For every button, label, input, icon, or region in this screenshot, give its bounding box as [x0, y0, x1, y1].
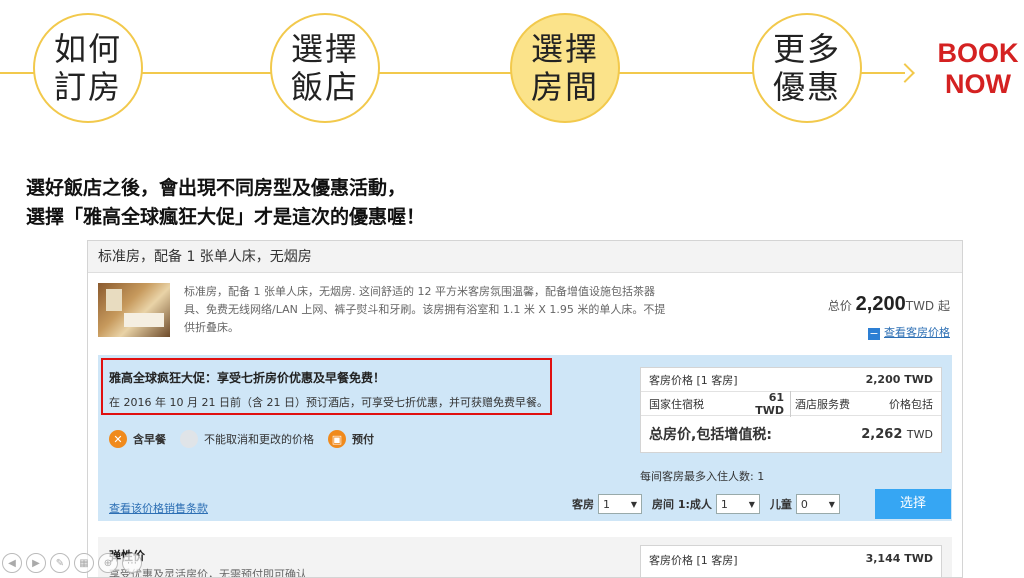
caption-line2: 選擇「雅高全球瘋狂大促」才是這次的優惠喔！	[26, 206, 426, 228]
tax-value: 61 TWD	[737, 390, 791, 417]
flexible-room-label: 客房价格 [1 客房]	[649, 554, 738, 567]
step-label: 選擇	[290, 30, 359, 68]
adults-select[interactable]: 1 ▼	[715, 494, 760, 514]
total-prefix: 总价	[827, 299, 852, 313]
rooms-select[interactable]: 1 ▼	[598, 494, 642, 514]
dropdown-arrow-icon: ▼	[630, 499, 637, 509]
more-options-icon[interactable]: ⋯	[122, 553, 142, 573]
view-room-prices-link[interactable]: − 查看客房价格	[828, 324, 950, 340]
select-button[interactable]: 选择	[875, 489, 951, 519]
service-fee-value: 价格包括	[889, 397, 933, 411]
price-line: 总价 2,200TWD 起	[828, 293, 950, 316]
children-select[interactable]: 0 ▼	[795, 494, 840, 514]
step-label: 飯店	[290, 68, 359, 106]
book-now-line2: NOW	[945, 69, 1011, 99]
book-now-link[interactable]: BOOK NOW	[932, 38, 1024, 100]
collapse-icon: −	[868, 327, 880, 340]
caption-line1: 選好飯店之後，會出現不同房型及優惠活動，	[26, 177, 407, 199]
zoom-icon[interactable]: ⊕	[98, 553, 118, 573]
dropdown-arrow-icon: ▼	[748, 499, 755, 509]
breakdown-tax-row: 国家住宿税 61 TWD 酒店服务费 价格包括	[641, 390, 941, 417]
room-description: 标准房，配备 1 张单人床，无烟房. 这间舒适的 12 平方米客房氛围温馨，配备…	[184, 283, 684, 337]
slides-icon[interactable]: ▦	[74, 553, 94, 573]
total-label: 总房价,包括增值税:	[649, 427, 772, 443]
adults-value: 1	[720, 497, 728, 511]
photo-window	[106, 289, 122, 311]
room-photo[interactable]	[98, 283, 170, 337]
rooms-value: 1	[603, 497, 610, 511]
breakdown-total-row: 总房价,包括增值税: 2,262 TWD	[641, 416, 941, 452]
breakdown-room-value: 2,200 TWD	[865, 373, 933, 386]
feature-no-cancel: • 不能取消和更改的价格	[180, 430, 314, 448]
arrow-right-icon	[895, 63, 915, 83]
step-label: 如何	[53, 30, 122, 68]
price-value: 2,200	[855, 293, 906, 315]
view-room-prices-label: 查看客房价格	[884, 326, 950, 339]
step-choose-room[interactable]: 選擇 房間	[510, 13, 620, 123]
breakdown-room-row: 客房价格 [1 客房] 2,200 TWD	[641, 368, 941, 392]
room-description-line: 供折叠床。	[184, 321, 239, 334]
deal-features: ✕ 含早餐 • 不能取消和更改的价格 ▣ 预付	[109, 428, 388, 450]
adults-label: 房间 1:成人	[652, 498, 712, 511]
total-price: 2,262 TWD	[861, 427, 933, 442]
feature-prepay: ▣ 预付	[328, 430, 374, 448]
feature-no-cancel-label: 不能取消和更改的价格	[204, 433, 314, 446]
step-choose-hotel[interactable]: 選擇 飯店	[270, 13, 380, 123]
room-panel: 标准房，配备 1 张单人床，无烟房 标准房，配备 1 张单人床，无烟房. 这间舒…	[87, 240, 963, 578]
presentation-toolbar: ◀ ▶ ✎ ▦ ⊕ ⋯	[2, 553, 146, 573]
total-unit: TWD	[906, 427, 933, 441]
room-price: 总价 2,200TWD 起 − 查看客房价格	[828, 293, 950, 340]
step-label: 更多	[772, 30, 841, 68]
instruction-caption: 選好飯店之後，會出現不同房型及優惠活動， 選擇「雅高全球瘋狂大促」才是這次的優惠…	[26, 174, 425, 232]
step-label: 選擇	[530, 30, 599, 68]
room-description-line: 具、免费无线网络/LAN 上网、裤子熨斗和牙刷。该房拥有浴室和 1.1 米 X …	[184, 303, 666, 316]
book-now-line1: BOOK	[937, 38, 1019, 68]
total-value: 2,262	[861, 426, 903, 442]
flexible-price-box: 客房价格 [1 客房] 3,144 TWD	[640, 545, 942, 577]
price-breakdown: 客房价格 [1 客房] 2,200 TWD 国家住宿税 61 TWD 酒店服务费…	[640, 367, 942, 453]
tax-label: 国家住宿税	[649, 397, 704, 411]
children-value: 0	[800, 497, 808, 511]
step-label: 優惠	[772, 68, 841, 106]
flexible-rate-block: 弹性价 享受优惠及灵活房价，无需预付即可确认 客房价格 [1 客房] 3,144…	[98, 537, 952, 577]
previous-slide-icon[interactable]: ◀	[2, 553, 22, 573]
deal-subtitle: 在 2016 年 10 月 21 日前（含 21 日）预订酒店，可享受七折优惠，…	[109, 396, 548, 409]
step-label: 房間	[530, 68, 599, 106]
dropdown-arrow-icon: ▼	[828, 499, 835, 509]
booking-selectors: 客房 1 ▼ 房间 1:成人 1 ▼ 儿童 0 ▼	[572, 494, 850, 514]
room-summary: 标准房，配备 1 张单人床，无烟房. 这间舒适的 12 平方米客房氛围温馨，配备…	[88, 273, 962, 345]
terms-link[interactable]: 查看该价格销售条款	[109, 500, 208, 516]
room-description-line: 标准房，配备 1 张单人床，无烟房. 这间舒适的 12 平方米客房氛围温馨，配备…	[184, 285, 655, 298]
children-label: 儿童	[769, 498, 792, 511]
max-occupancy: 每间客房最多入住人数: 1	[640, 470, 765, 483]
room-title: 标准房，配备 1 张单人床，无烟房	[88, 241, 962, 273]
photo-bed	[124, 313, 164, 327]
service-fee-label: 酒店服务费	[795, 397, 850, 411]
next-slide-icon[interactable]: ▶	[26, 553, 46, 573]
pen-icon[interactable]: ✎	[50, 553, 70, 573]
feature-breakfast-label: 含早餐	[133, 433, 166, 446]
no-cancel-icon: •	[180, 430, 198, 448]
cutlery-icon: ✕	[109, 430, 127, 448]
rooms-label: 客房	[572, 498, 594, 511]
flexible-room-value: 3,144 TWD	[865, 552, 933, 565]
breakdown-room-label: 客房价格 [1 客房]	[649, 373, 738, 387]
price-suffix: TWD 起	[905, 299, 950, 313]
step-how-to-book[interactable]: 如何 訂房	[33, 13, 143, 123]
deal-title: 雅高全球疯狂大促：享受七折房价优惠及早餐免费！	[109, 371, 386, 385]
step-more-deals[interactable]: 更多 優惠	[752, 13, 862, 123]
lock-icon: ▣	[328, 430, 346, 448]
feature-prepay-label: 预付	[352, 433, 374, 446]
deal-block: 雅高全球疯狂大促：享受七折房价优惠及早餐免费！ 在 2016 年 10 月 21…	[98, 355, 952, 521]
step-label: 訂房	[53, 68, 122, 106]
feature-breakfast: ✕ 含早餐	[109, 430, 166, 448]
